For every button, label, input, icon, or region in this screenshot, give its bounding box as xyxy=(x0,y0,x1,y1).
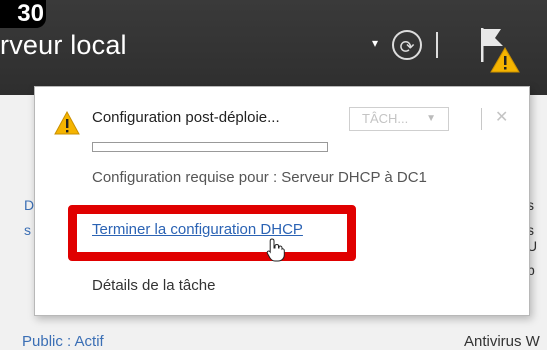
progress-bar xyxy=(92,142,328,152)
warning-icon xyxy=(54,111,80,135)
tasks-dropdown-label: TÂCH... xyxy=(362,111,409,126)
page-title: rveur local xyxy=(0,30,127,60)
firewall-status-link[interactable]: Public : Actif xyxy=(22,333,104,350)
tasks-dropdown[interactable]: TÂCH... ▼ xyxy=(349,107,449,131)
background-link-fragment: D xyxy=(24,197,35,213)
background-link-fragment: s xyxy=(24,222,31,238)
header-separator xyxy=(436,32,438,58)
close-icon[interactable]: ✕ xyxy=(495,107,508,127)
background-text-fragment: s U xyxy=(527,222,538,254)
server-manager-header: 30 rveur local ▾ ⟳ xyxy=(0,0,547,95)
annotation-highlight-box xyxy=(68,205,356,261)
antivirus-label: Antivirus W xyxy=(464,333,540,350)
hand-cursor-icon xyxy=(266,238,285,262)
notification-popup: Configuration post-déploie... TÂCH... ▼ … xyxy=(34,86,530,316)
header-dropdown-arrow-icon[interactable]: ▾ xyxy=(372,36,378,50)
notification-description: Configuration requise pour : Serveur DHC… xyxy=(92,169,427,186)
chevron-down-icon: ▼ xyxy=(426,113,436,124)
task-details-link[interactable]: Détails de la tâche xyxy=(92,277,215,294)
refresh-icon[interactable]: ⟳ xyxy=(392,30,422,60)
step-badge: 30 xyxy=(0,0,46,28)
notification-title: Configuration post-déploie... xyxy=(92,109,280,126)
flag-icon[interactable] xyxy=(475,26,525,76)
popup-separator xyxy=(481,108,482,130)
